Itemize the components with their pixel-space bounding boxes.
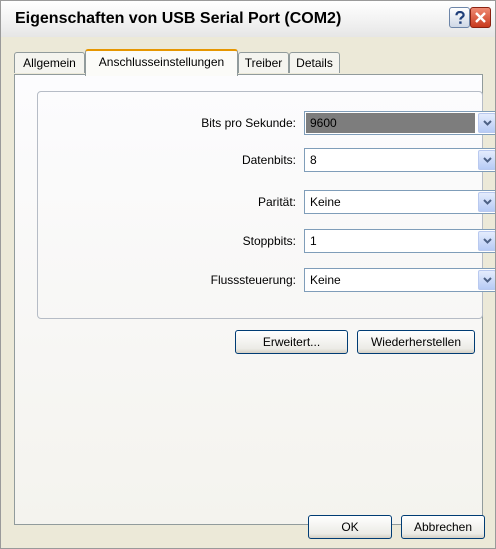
bits-per-second-label: Bits pro Sekunde: bbox=[201, 116, 296, 130]
dropdown-button[interactable] bbox=[478, 150, 495, 170]
chevron-down-icon bbox=[482, 238, 492, 244]
tab-allgemein[interactable]: Allgemein bbox=[14, 52, 85, 73]
databits-label: Datenbits: bbox=[241, 153, 296, 167]
parity-select[interactable]: Keine bbox=[304, 190, 495, 214]
stopbits-select[interactable]: 1 bbox=[304, 229, 495, 253]
bits-per-second-value: 9600 bbox=[310, 116, 337, 130]
tab-panel: Bits pro Sekunde: 9600 Datenbits: 8 Pari… bbox=[14, 74, 495, 525]
stopbits-value: 1 bbox=[310, 234, 317, 248]
dropdown-button[interactable] bbox=[478, 231, 495, 251]
parity-label: Parität: bbox=[257, 195, 296, 209]
title-bar[interactable]: Eigenschaften von USB Serial Port (COM2) bbox=[1, 1, 495, 37]
help-button[interactable] bbox=[449, 7, 470, 28]
cancel-button[interactable]: Abbrechen bbox=[401, 515, 485, 539]
dropdown-button[interactable] bbox=[478, 192, 495, 212]
ok-button[interactable]: OK bbox=[308, 515, 392, 539]
stopbits-label: Stoppbits: bbox=[242, 234, 296, 248]
flow-control-label: Flusssteuerung: bbox=[210, 273, 296, 287]
chevron-down-icon bbox=[482, 277, 492, 283]
bits-per-second-select[interactable]: 9600 bbox=[304, 111, 495, 135]
databits-select[interactable]: 8 bbox=[304, 148, 495, 172]
properties-dialog: Eigenschaften von USB Serial Port (COM2)… bbox=[0, 0, 496, 549]
dropdown-button[interactable] bbox=[478, 113, 495, 133]
close-button[interactable] bbox=[470, 7, 491, 28]
tab-details[interactable]: Details bbox=[289, 52, 340, 73]
tab-treiber[interactable]: Treiber bbox=[238, 52, 289, 73]
tab-anschlusseinstellungen[interactable]: Anschlusseinstellungen bbox=[85, 49, 238, 76]
advanced-button[interactable]: Erweitert... bbox=[235, 330, 348, 354]
help-icon bbox=[454, 10, 465, 24]
window-title: Eigenschaften von USB Serial Port (COM2) bbox=[15, 10, 342, 27]
flow-control-value: Keine bbox=[310, 273, 341, 287]
chevron-down-icon bbox=[482, 199, 492, 205]
settings-group: Bits pro Sekunde: 9600 Datenbits: 8 Pari… bbox=[37, 91, 495, 319]
parity-value: Keine bbox=[310, 195, 341, 209]
close-icon bbox=[475, 12, 486, 23]
chevron-down-icon bbox=[482, 157, 492, 163]
flow-control-select[interactable]: Keine bbox=[304, 268, 495, 292]
restore-defaults-button[interactable]: Wiederherstellen bbox=[357, 330, 475, 354]
databits-value: 8 bbox=[310, 153, 317, 167]
chevron-down-icon bbox=[482, 120, 492, 126]
dropdown-button[interactable] bbox=[478, 270, 495, 290]
